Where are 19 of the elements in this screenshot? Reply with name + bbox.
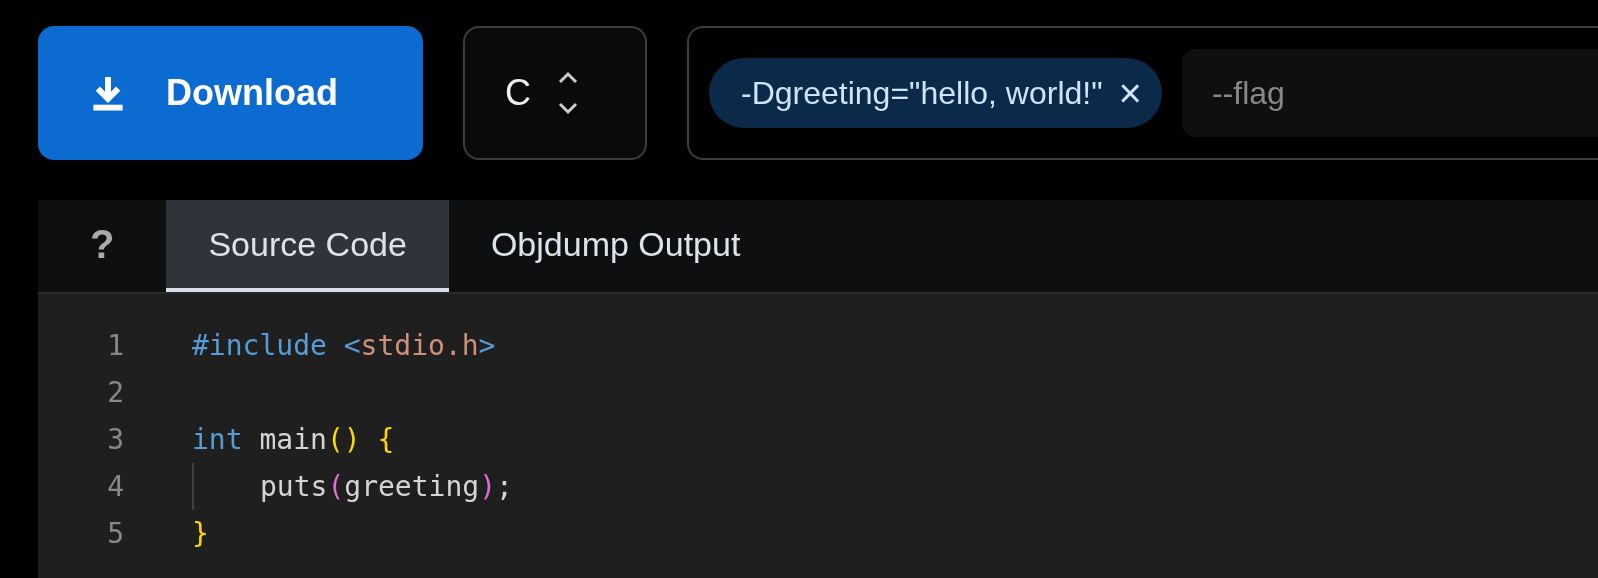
line-number: 2 (106, 376, 125, 409)
code-line: } (192, 516, 209, 552)
code-line: puts(greeting); (192, 463, 513, 510)
tab[interactable]: Objdump Output (448, 200, 783, 292)
help-tab[interactable]: ? (38, 200, 167, 292)
line-number: 4 (106, 470, 125, 503)
language-select[interactable]: C (463, 26, 647, 160)
line-number: 3 (106, 423, 125, 456)
tab[interactable]: Source Code (166, 200, 449, 292)
line-number: 1 (106, 329, 125, 362)
flag-input[interactable]: --flag (1181, 49, 1598, 137)
download-icon (90, 74, 126, 112)
chevron-up-down-icon (557, 70, 579, 116)
remove-flag-button[interactable]: × (1118, 70, 1142, 116)
line-number: 5 (106, 517, 125, 550)
flag-text: -Dgreeting="hello, world!" (741, 74, 1103, 112)
code-line: #include <stdio.h> (192, 328, 496, 364)
download-button[interactable]: Download (38, 26, 423, 160)
code-line: int main() { (192, 422, 395, 458)
